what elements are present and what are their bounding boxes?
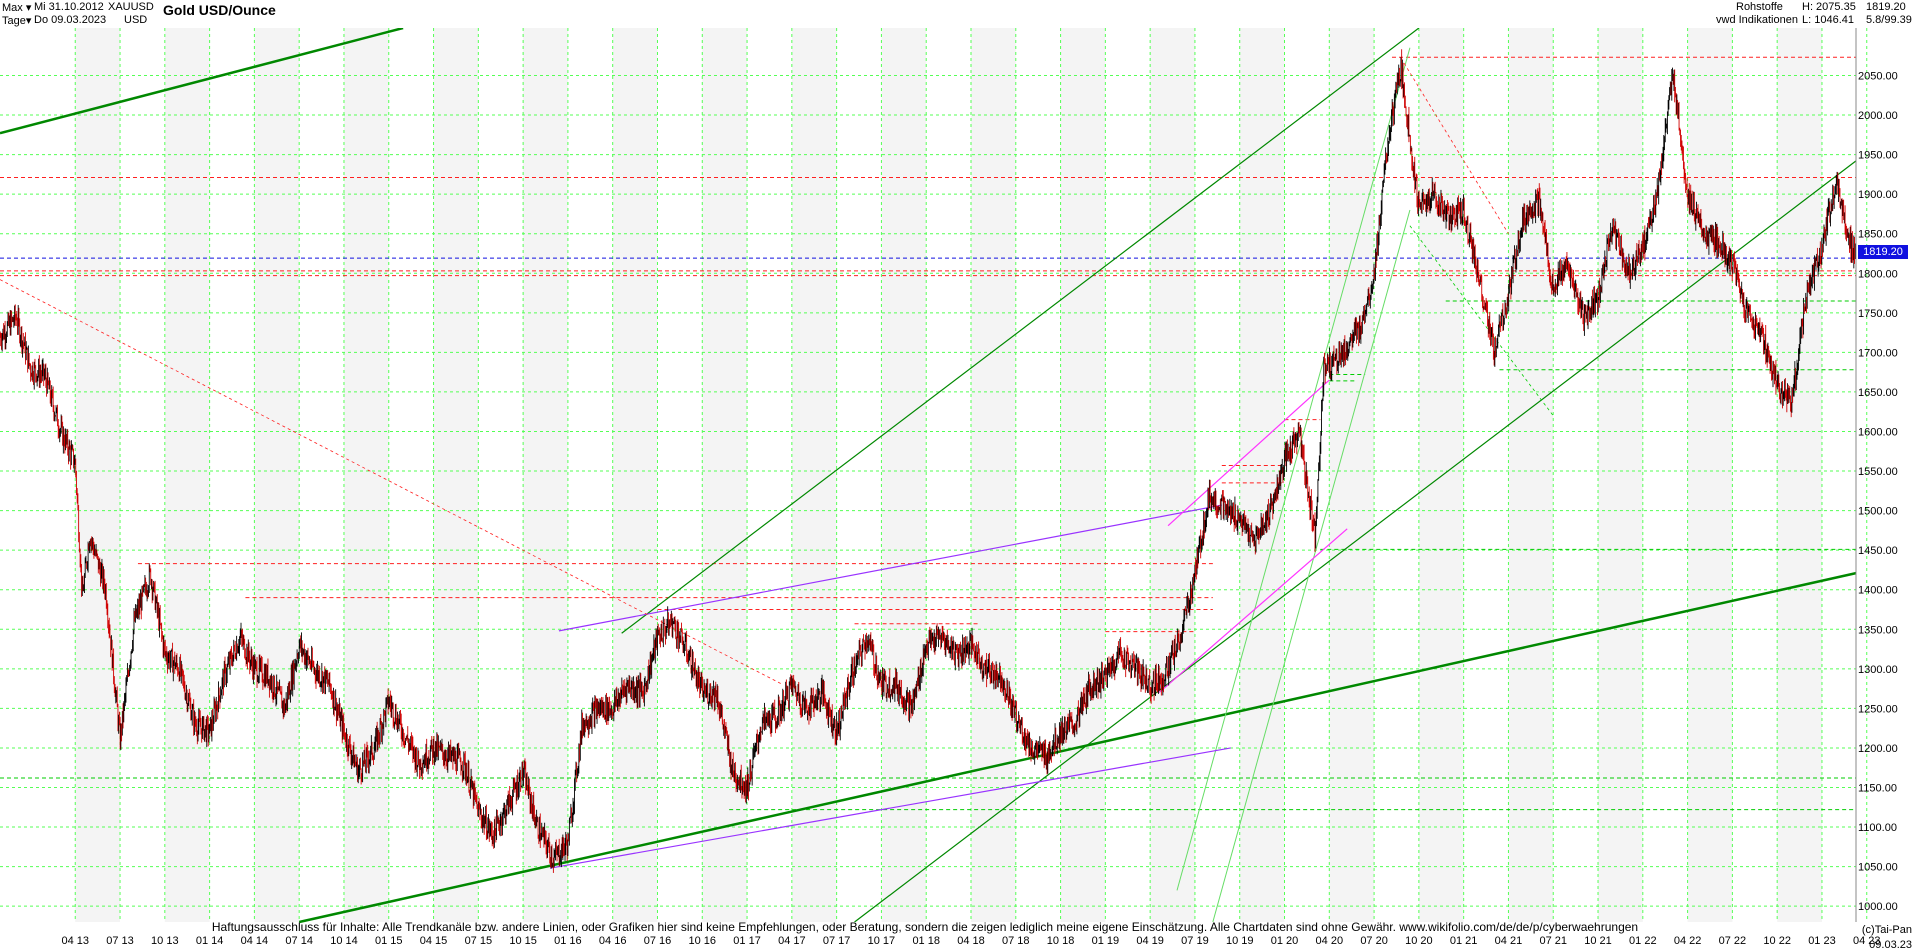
x-tick-label: 07 18 [1002, 935, 1030, 947]
x-tick-label: 07 21 [1539, 935, 1567, 947]
y-tick-label: 1900.00 [1858, 189, 1898, 201]
x-tick-label: 10 21 [1584, 935, 1612, 947]
high-value: H: 2075.35 [1802, 1, 1856, 13]
y-tick-label: 1550.00 [1858, 466, 1898, 478]
x-tick-label: 07 22 [1719, 935, 1747, 947]
last-date-label: 09.03.23 [1869, 939, 1912, 951]
source-label: vwd Indikationen [1716, 14, 1798, 26]
y-tick-label: 1650.00 [1858, 387, 1898, 399]
y-tick-label: 1400.00 [1858, 585, 1898, 597]
x-tick-label: 01 17 [733, 935, 761, 947]
x-tick-label: 01 19 [1092, 935, 1120, 947]
x-tick-label: 10 14 [330, 935, 358, 947]
last-price-tag: 1819.20 [1858, 245, 1908, 259]
range-select-value: Max [2, 2, 23, 14]
x-tick-label: 01 18 [912, 935, 940, 947]
symbol-label: XAUUSD [108, 1, 154, 13]
y-tick-label: 1300.00 [1858, 664, 1898, 676]
low-value: L: 1046.41 [1802, 14, 1854, 26]
x-tick-label: 10 22 [1763, 935, 1791, 947]
interval-select-value: Tage [2, 15, 26, 27]
y-tick-label: 1600.00 [1858, 426, 1898, 438]
x-tick-label: 04 19 [1136, 935, 1164, 947]
x-tick-label: 01 15 [375, 935, 403, 947]
y-tick-label: 2050.00 [1858, 70, 1898, 82]
x-tick-label: 04 16 [599, 935, 627, 947]
last-value: 1819.20 [1866, 1, 1906, 13]
currency-label: USD [124, 14, 148, 26]
y-tick-label: 1500.00 [1858, 506, 1898, 518]
date-from: Mi 31.10.2012 [34, 1, 104, 13]
x-tick-label: 07 20 [1360, 935, 1388, 947]
x-tick-label: 04 15 [420, 935, 448, 947]
x-tick-label: 10 17 [868, 935, 896, 947]
y-tick-label: 1800.00 [1858, 268, 1898, 280]
x-tick-label: 10 20 [1405, 935, 1433, 947]
x-tick-label: 04 17 [778, 935, 806, 947]
y-tick-label: 1700.00 [1858, 347, 1898, 359]
x-tick-label: 10 16 [689, 935, 717, 947]
disclaimer-text: Haftungsausschluss für Inhalte: Alle Tre… [211, 920, 1639, 934]
x-axis: 04 13 07 13 10 13 01 14 04 14 07 14 10 14 01 15… [61, 935, 1880, 947]
y-tick-label: 1100.00 [1858, 822, 1897, 834]
x-tick-label: 01 22 [1629, 935, 1657, 947]
x-tick-label: 10 18 [1047, 935, 1075, 947]
credit-text: (c)Tai-Pan [1861, 924, 1912, 936]
y-tick-label: 1850.00 [1858, 229, 1898, 241]
y-tick-label: 1350.00 [1858, 624, 1898, 636]
x-tick-label: 10 13 [151, 935, 179, 947]
x-tick-label: 01 21 [1450, 935, 1478, 947]
x-tick-label: 07 13 [106, 935, 134, 947]
y-tick-label: 1250.00 [1858, 703, 1898, 715]
x-tick-label: 10 19 [1226, 935, 1254, 947]
price-chart[interactable]: 1000.00 1050.00 1100.00 1150.00 1200.00 1250.… [0, 28, 1916, 952]
chart-header: Max ▾ Mi 31.10.2012 Tage▾ Do 09.03.2023 … [0, 0, 1916, 28]
x-tick-label: 10 15 [509, 935, 537, 947]
chevron-down-icon: ▾ [25, 15, 32, 27]
x-tick-label: 01 20 [1271, 935, 1299, 947]
x-tick-label: 01 16 [554, 935, 582, 947]
x-tick-label: 04 18 [957, 935, 985, 947]
x-tick-label: 07 19 [1181, 935, 1209, 947]
y-tick-label: 2000.00 [1858, 110, 1898, 122]
x-tick-label: 07 16 [644, 935, 672, 947]
x-tick-label: 07 17 [823, 935, 851, 947]
y-tick-label: 1000.00 [1858, 901, 1898, 913]
y-tick-label: 1950.00 [1858, 150, 1898, 162]
x-tick-label: 07 15 [465, 935, 493, 947]
x-tick-label: 04 22 [1674, 935, 1702, 947]
y-axis: 1000.00 1050.00 1100.00 1150.00 1200.00 1250.… [1855, 28, 1898, 922]
x-tick-label: 04 14 [241, 935, 269, 947]
category-label: Rohstoffe [1736, 1, 1783, 13]
interval-select[interactable]: Tage▾ [2, 14, 31, 27]
y-tick-label: 1050.00 [1858, 862, 1898, 874]
x-tick-label: 01 14 [196, 935, 224, 947]
extra-value: 5.8/99.39 [1866, 14, 1912, 26]
y-tick-label: 1200.00 [1858, 743, 1898, 755]
y-tick-label: 1750.00 [1858, 308, 1898, 320]
y-tick-label: 1150.00 [1858, 783, 1897, 795]
x-tick-label: 04 13 [61, 935, 89, 947]
chart-title: Gold USD/Ounce [163, 2, 276, 18]
x-tick-label: 01 23 [1808, 935, 1836, 947]
chevron-down-icon: ▾ [25, 2, 32, 14]
y-tick-label: 1450.00 [1858, 545, 1898, 557]
x-tick-label: 04 20 [1316, 935, 1344, 947]
date-to: Do 09.03.2023 [34, 14, 107, 26]
x-tick-label: 07 14 [285, 935, 313, 947]
x-tick-label: 04 21 [1495, 935, 1523, 947]
range-select[interactable]: Max ▾ [2, 1, 31, 14]
